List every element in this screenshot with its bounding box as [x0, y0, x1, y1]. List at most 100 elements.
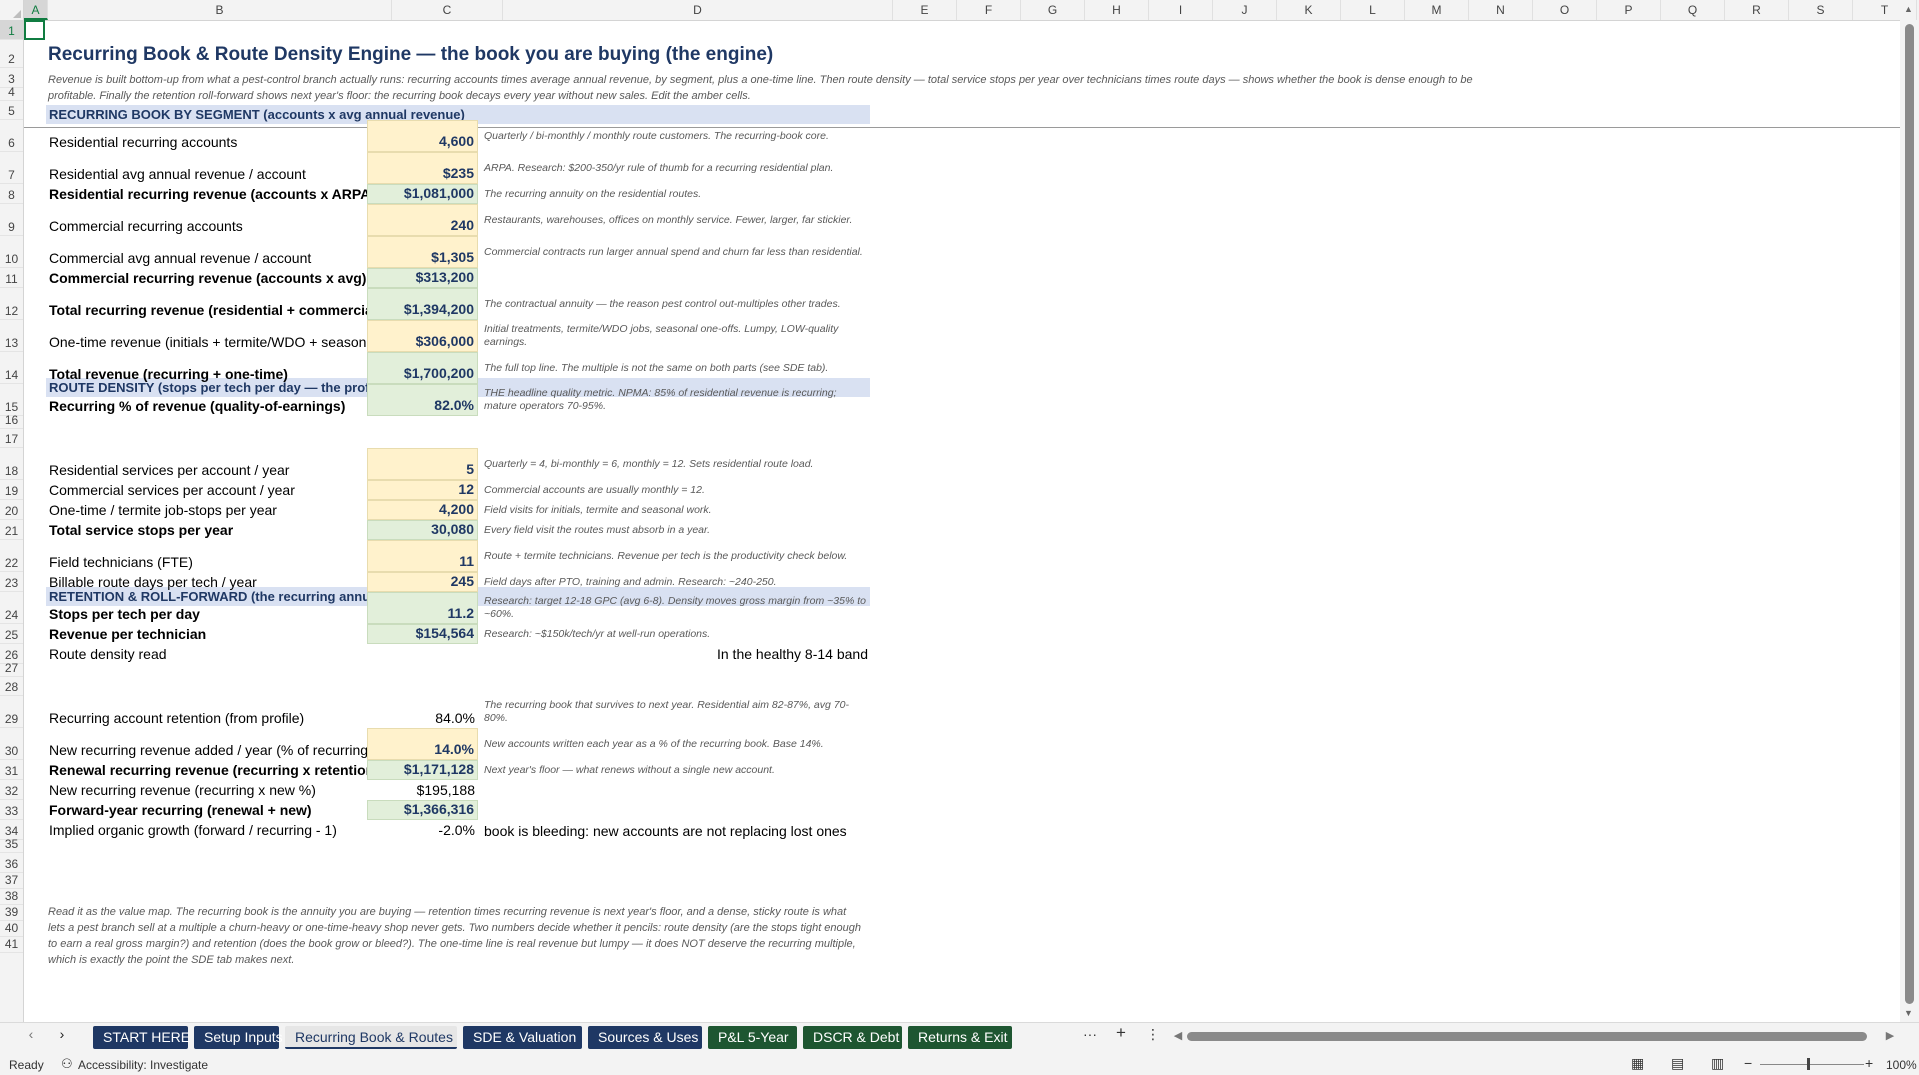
zoom-out-icon[interactable]: −: [1744, 1055, 1752, 1071]
page-layout-icon[interactable]: ▤: [1671, 1055, 1684, 1072]
line-label[interactable]: Billable route days per tech / year: [46, 572, 368, 592]
sheet-tab[interactable]: Recurring Book & Routes: [285, 1026, 457, 1049]
line-label[interactable]: Recurring % of revenue (quality-of-earni…: [46, 384, 368, 416]
line-label[interactable]: Commercial recurring accounts: [46, 204, 368, 236]
column-header-m[interactable]: M: [1405, 0, 1469, 20]
row-header-23[interactable]: 23: [0, 572, 23, 592]
row-header-30[interactable]: 30: [0, 728, 23, 760]
tab-scroll-left-icon[interactable]: ‹: [21, 1026, 41, 1042]
row-header-12[interactable]: 12: [0, 288, 23, 320]
active-cell-a1[interactable]: [24, 20, 45, 40]
page-break-icon[interactable]: ▥: [1711, 1055, 1724, 1072]
line-label[interactable]: Commercial recurring revenue (accounts x…: [46, 268, 368, 288]
sheet-tab[interactable]: START HERE: [93, 1026, 190, 1049]
column-header-d[interactable]: D: [503, 0, 893, 20]
line-label[interactable]: Commercial avg annual revenue / account: [46, 236, 368, 268]
sheet-tab[interactable]: Setup Inputs: [194, 1026, 283, 1049]
row-header-14[interactable]: 14: [0, 352, 23, 384]
worksheet-grid[interactable]: Recurring Book & Route Density Engine — …: [24, 20, 1900, 1022]
row-header-22[interactable]: 22: [0, 540, 23, 572]
value-cell[interactable]: $1,081,000: [367, 184, 478, 204]
value-cell[interactable]: 11.2: [367, 592, 478, 624]
input-cell[interactable]: $235: [367, 152, 478, 184]
column-header-c[interactable]: C: [392, 0, 503, 20]
row-header-4[interactable]: 4: [0, 85, 23, 101]
line-label[interactable]: Forward-year recurring (renewal + new): [46, 800, 368, 820]
input-cell[interactable]: $1,305: [367, 236, 478, 268]
row-header-36[interactable]: 36: [0, 853, 23, 873]
column-header-l[interactable]: L: [1341, 0, 1405, 20]
row-header-17[interactable]: 17: [0, 429, 23, 448]
input-cell[interactable]: 14.0%: [367, 728, 478, 760]
value-cell[interactable]: $195,188: [367, 780, 478, 800]
row-header-38[interactable]: 38: [0, 889, 23, 905]
row-header-7[interactable]: 7: [0, 152, 23, 184]
column-header-h[interactable]: H: [1085, 0, 1149, 20]
vertical-scroll-thumb[interactable]: [1905, 24, 1914, 1004]
accessibility-icon[interactable]: ⚇: [61, 1056, 73, 1072]
row-header-31[interactable]: 31: [0, 760, 23, 780]
input-cell[interactable]: 4,200: [367, 500, 478, 520]
column-header-o[interactable]: O: [1533, 0, 1597, 20]
line-label[interactable]: Renewal recurring revenue (recurring x r…: [46, 760, 368, 780]
line-label[interactable]: Field technicians (FTE): [46, 540, 368, 572]
column-header-b[interactable]: B: [48, 0, 392, 20]
row-header-35[interactable]: 35: [0, 837, 23, 853]
horizontal-scroll-thumb[interactable]: [1187, 1032, 1867, 1041]
row-header-15[interactable]: 15: [0, 384, 23, 416]
line-label[interactable]: Residential avg annual revenue / account: [46, 152, 368, 184]
row-header-18[interactable]: 18: [0, 448, 23, 480]
sheet-tab[interactable]: SDE & Valuation: [463, 1026, 582, 1049]
row-header-10[interactable]: 10: [0, 236, 23, 268]
column-header-j[interactable]: J: [1213, 0, 1277, 20]
row-header-24[interactable]: 24: [0, 592, 23, 624]
line-label[interactable]: Commercial services per account / year: [46, 480, 368, 500]
row-header-11[interactable]: 11: [0, 268, 23, 288]
line-label[interactable]: Implied organic growth (forward / recurr…: [46, 820, 368, 840]
value-cell[interactable]: $1,394,200: [367, 288, 478, 320]
column-header-f[interactable]: F: [957, 0, 1021, 20]
line-label[interactable]: Total revenue (recurring + one-time): [46, 352, 368, 384]
row-header-5[interactable]: 5: [0, 101, 23, 120]
input-cell[interactable]: 240: [367, 204, 478, 236]
line-label[interactable]: One-time revenue (initials + termite/WDO…: [46, 320, 368, 352]
scroll-down-icon[interactable]: ▼: [1904, 1008, 1913, 1018]
line-label[interactable]: Total service stops per year: [46, 520, 368, 540]
zoom-in-icon[interactable]: +: [1865, 1055, 1873, 1071]
line-label[interactable]: Route density read: [46, 644, 368, 664]
row-header-39[interactable]: 39: [0, 905, 23, 921]
zoom-level[interactable]: 100%: [1886, 1058, 1917, 1072]
zoom-slider-handle[interactable]: [1807, 1058, 1810, 1070]
sheet-options-icon[interactable]: ⋮: [1143, 1026, 1163, 1043]
row-header-33[interactable]: 33: [0, 800, 23, 820]
value-cell[interactable]: $1,700,200: [367, 352, 478, 384]
row-header-40[interactable]: 40: [0, 921, 23, 937]
more-sheets-icon[interactable]: ···: [1080, 1026, 1100, 1042]
input-cell[interactable]: 245: [367, 572, 478, 592]
value-cell[interactable]: $1,366,316: [367, 800, 478, 820]
row-header-41[interactable]: 41: [0, 937, 23, 953]
value-cell[interactable]: -2.0%: [367, 820, 478, 840]
add-sheet-icon[interactable]: +: [1111, 1023, 1131, 1043]
sheet-tab[interactable]: Sources & Uses: [588, 1026, 702, 1049]
input-cell[interactable]: 12: [367, 480, 478, 500]
line-label[interactable]: Revenue per technician: [46, 624, 368, 644]
value-cell[interactable]: In the healthy 8-14 band: [481, 644, 871, 664]
line-label[interactable]: Residential recurring revenue (accounts …: [46, 184, 368, 204]
sheet-tab[interactable]: DSCR & Debt: [803, 1026, 902, 1049]
column-header-r[interactable]: R: [1725, 0, 1789, 20]
row-header-20[interactable]: 20: [0, 500, 23, 520]
row-header-32[interactable]: 32: [0, 780, 23, 800]
column-header-n[interactable]: N: [1469, 0, 1533, 20]
hscroll-right-icon[interactable]: ▶: [1880, 1029, 1900, 1042]
line-label[interactable]: New recurring revenue added / year (% of…: [46, 728, 368, 760]
sheet-tab[interactable]: P&L 5-Year: [708, 1026, 797, 1049]
line-label[interactable]: New recurring revenue (recurring x new %…: [46, 780, 368, 800]
column-header-a[interactable]: A: [24, 0, 48, 20]
column-header-s[interactable]: S: [1789, 0, 1853, 20]
hscroll-left-icon[interactable]: ◀: [1168, 1029, 1188, 1042]
row-header-8[interactable]: 8: [0, 184, 23, 204]
tab-scroll-right-icon[interactable]: ›: [52, 1026, 72, 1042]
input-cell[interactable]: $306,000: [367, 320, 478, 352]
row-header-1[interactable]: 1: [0, 20, 23, 40]
